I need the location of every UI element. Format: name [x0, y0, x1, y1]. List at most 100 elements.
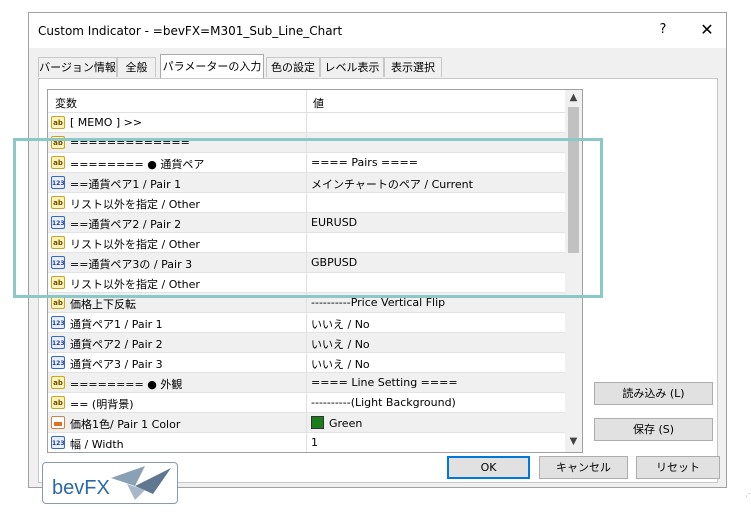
column-divider[interactable]	[306, 90, 307, 112]
close-button[interactable]: ✕	[697, 20, 717, 40]
param-value[interactable]: ----------(Light Background)	[311, 396, 456, 409]
cancel-button[interactable]: キャンセル	[539, 456, 628, 479]
param-name: 幅 / Width	[70, 438, 124, 451]
param-name: リスト以外を指定 / Other	[70, 278, 200, 291]
cell-divider	[306, 113, 307, 133]
param-row-width[interactable]: 123 幅 / Width 1	[48, 433, 565, 452]
param-name: リスト以外を指定 / Other	[70, 238, 200, 251]
save-button[interactable]: 保存 (S)	[594, 418, 713, 441]
cell-divider	[306, 273, 307, 293]
param-name: 通貨ペア1 / Pair 1	[70, 318, 163, 331]
cell-divider	[306, 133, 307, 153]
custom-indicator-dialog: Custom Indicator - =bevFX=M301_Sub_Line_…	[28, 12, 751, 498]
number-type-icon: 123	[51, 176, 65, 189]
cell-divider	[306, 313, 307, 333]
param-value[interactable]: ==== Line Setting ====	[311, 376, 458, 389]
reset-button[interactable]: リセット	[636, 456, 720, 479]
param-row-pair1-color[interactable]: 価格1色/ Pair 1 Color Green	[48, 413, 565, 433]
string-type-icon: ab	[51, 376, 65, 389]
string-type-icon: ab	[51, 196, 65, 209]
param-value[interactable]: いいえ / No	[311, 336, 370, 352]
logo-text: bevFX	[52, 477, 110, 499]
tab-parameters[interactable]: パラメーターの入力	[160, 54, 264, 78]
cell-divider	[306, 253, 307, 273]
color-name: Green	[329, 417, 363, 430]
tab-general[interactable]: 全般	[117, 57, 156, 77]
bevfx-logo: bevFX	[42, 462, 178, 504]
cell-divider	[306, 353, 307, 373]
param-row-light-background[interactable]: ab == (明背景) ----------(Light Background)	[48, 393, 565, 413]
param-row-flip-pair1[interactable]: 123 通貨ペア1 / Pair 1 いいえ / No	[48, 313, 565, 333]
tab-visualization[interactable]: 表示選択	[384, 57, 442, 77]
number-type-icon: 123	[51, 356, 65, 369]
cell-divider	[306, 233, 307, 253]
param-name: ==通貨ペア2 / Pair 2	[70, 218, 182, 231]
param-row-flip-pair3[interactable]: 123 通貨ペア3 / Pair 3 いいえ / No	[48, 353, 565, 373]
param-value[interactable]: 1	[311, 436, 318, 449]
string-type-icon: ab	[51, 156, 65, 169]
scroll-down-icon[interactable]: ▼	[565, 436, 582, 450]
param-row-pair2-other[interactable]: ab リスト以外を指定 / Other	[48, 233, 565, 253]
param-name: ======== ● 通貨ペア	[70, 158, 205, 171]
string-type-icon: ab	[51, 276, 65, 289]
number-type-icon: 123	[51, 316, 65, 329]
column-header-value[interactable]: 値	[313, 95, 324, 111]
load-button[interactable]: 読み込み (L)	[594, 382, 713, 405]
param-row-pair2[interactable]: 123 ==通貨ペア2 / Pair 2 EURUSD	[48, 213, 565, 233]
color-swatch	[311, 416, 324, 429]
string-type-icon: ab	[51, 236, 65, 249]
grid-vertical-scrollbar[interactable]: ▲ ▼	[565, 90, 582, 452]
tab-version-info[interactable]: バージョン情報	[38, 57, 117, 77]
cell-divider	[306, 433, 307, 452]
ok-button[interactable]: OK	[447, 456, 530, 479]
param-row-pair1-other[interactable]: ab リスト以外を指定 / Other	[48, 193, 565, 213]
param-row-price-flip[interactable]: ab 価格上下反転 ----------Price Vertical Flip	[48, 293, 565, 313]
param-value[interactable]: ==== Pairs ====	[311, 156, 418, 169]
param-name: ==通貨ペア3の / Pair 3	[70, 258, 193, 271]
parameters-grid: 変数 値 ab [ MEMO ] >> ab ============= ab …	[47, 89, 583, 453]
scrollbar-thumb[interactable]	[568, 107, 579, 253]
param-value[interactable]: いいえ / No	[311, 356, 370, 372]
column-header-variable[interactable]: 変数	[55, 95, 77, 111]
scroll-up-icon[interactable]: ▲	[565, 92, 582, 106]
param-value[interactable]: ----------Price Vertical Flip	[311, 296, 445, 309]
param-row-separator[interactable]: ab =============	[48, 133, 565, 153]
param-value[interactable]: GBPUSD	[311, 256, 357, 269]
param-name: リスト以外を指定 / Other	[70, 198, 200, 211]
param-value[interactable]: いいえ / No	[311, 316, 370, 332]
grid-header: 変数 値	[48, 90, 565, 113]
param-row-pair3-other[interactable]: ab リスト以外を指定 / Other	[48, 273, 565, 293]
param-name: 通貨ペア3 / Pair 3	[70, 358, 163, 371]
param-name: [ MEMO ] >>	[70, 116, 143, 129]
param-value[interactable]: メインチャートのペア / Current	[311, 176, 473, 192]
grid-body: 変数 値 ab [ MEMO ] >> ab ============= ab …	[48, 90, 565, 452]
number-type-icon: 123	[51, 336, 65, 349]
param-row-appearance-header[interactable]: ab ======== ● 外観 ==== Line Setting ====	[48, 373, 565, 393]
param-value[interactable]: EURUSD	[311, 216, 357, 229]
number-type-icon: 123	[51, 216, 65, 229]
resize-grip-icon[interactable]: ⋰	[745, 489, 751, 499]
param-name: == (明背景)	[70, 398, 134, 411]
number-type-icon: 123	[51, 256, 65, 269]
param-name: ==通貨ペア1 / Pair 1	[70, 178, 182, 191]
cell-divider	[306, 173, 307, 193]
param-value-color[interactable]: Green	[311, 416, 362, 430]
string-type-icon: ab	[51, 116, 65, 129]
cell-divider	[306, 413, 307, 433]
cell-divider	[306, 213, 307, 233]
param-row-pair3[interactable]: 123 ==通貨ペア3の / Pair 3 GBPUSD	[48, 253, 565, 273]
param-name: =============	[70, 136, 190, 149]
cell-divider	[306, 373, 307, 393]
param-row-pairs-header[interactable]: ab ======== ● 通貨ペア ==== Pairs ====	[48, 153, 565, 173]
tab-colors[interactable]: 色の設定	[266, 57, 320, 77]
tab-levels[interactable]: レベル表示	[320, 57, 384, 77]
cell-divider	[306, 293, 307, 313]
param-row-pair1[interactable]: 123 ==通貨ペア1 / Pair 1 メインチャートのペア / Curren…	[48, 173, 565, 193]
param-name: ======== ● 外観	[70, 378, 183, 391]
string-type-icon: ab	[51, 136, 65, 149]
color-type-icon	[51, 416, 65, 429]
param-row-flip-pair2[interactable]: 123 通貨ペア2 / Pair 2 いいえ / No	[48, 333, 565, 353]
string-type-icon: ab	[51, 296, 65, 309]
help-button[interactable]: ?	[653, 22, 673, 40]
param-row-memo[interactable]: ab [ MEMO ] >>	[48, 113, 565, 133]
